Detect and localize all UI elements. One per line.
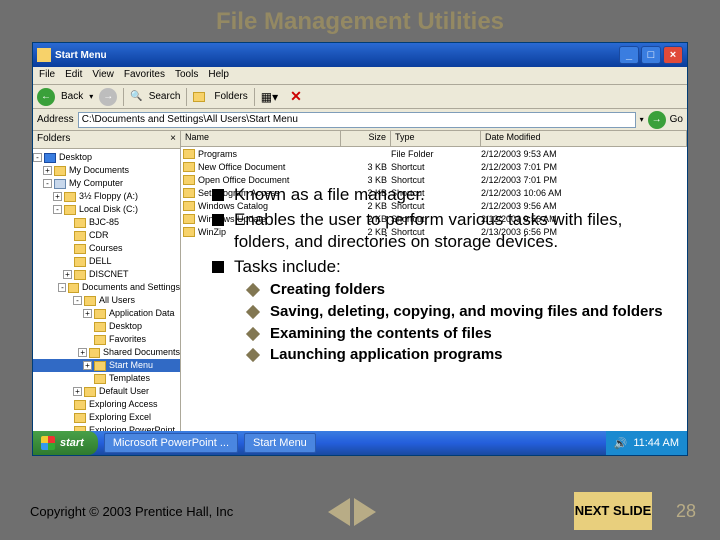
go-label: Go bbox=[670, 114, 683, 125]
col-size[interactable]: Size bbox=[341, 131, 391, 146]
tree-node[interactable]: +3½ Floppy (A:) bbox=[33, 190, 180, 203]
start-label: start bbox=[60, 437, 84, 449]
back-label: Back bbox=[61, 91, 83, 102]
folder-tree[interactable]: -Desktop+My Documents-My Computer+3½ Flo… bbox=[33, 149, 180, 431]
address-label: Address bbox=[37, 114, 74, 125]
tree-node[interactable]: -My Computer bbox=[33, 177, 180, 190]
folders-pane-close-icon[interactable]: × bbox=[170, 133, 176, 146]
menu-tools[interactable]: Tools bbox=[175, 69, 198, 82]
next-arrow-icon[interactable] bbox=[354, 498, 376, 526]
file-row[interactable]: ProgramsFile Folder2/12/2003 9:53 AM bbox=[181, 147, 687, 160]
tree-node[interactable]: Exploring Access bbox=[33, 398, 180, 411]
search-label: Search bbox=[149, 91, 181, 102]
menubar[interactable]: File Edit View Favorites Tools Help bbox=[33, 67, 687, 85]
folders-pane: Folders × -Desktop+My Documents-My Compu… bbox=[33, 131, 181, 431]
slide-title: File Management Utilities bbox=[0, 0, 720, 42]
toolbar: ← Back ▾ → 🔍 Search Folders ▦▾ ✕ bbox=[33, 85, 687, 109]
folders-pane-title: Folders bbox=[37, 133, 70, 146]
bullet-level2: Creating folders bbox=[248, 281, 672, 300]
tree-node[interactable]: BJC-85 bbox=[33, 216, 180, 229]
start-button[interactable]: start bbox=[33, 431, 98, 455]
tree-node[interactable]: -All Users bbox=[33, 294, 180, 307]
copyright-text: Copyright © 2003 Prentice Hall, Inc bbox=[30, 504, 233, 519]
tree-node[interactable]: -Documents and Settings bbox=[33, 281, 180, 294]
tree-node[interactable]: DELL bbox=[33, 255, 180, 268]
tree-node[interactable]: Favorites bbox=[33, 333, 180, 346]
tree-node[interactable]: Exploring Excel bbox=[33, 411, 180, 424]
prev-arrow-icon[interactable] bbox=[328, 498, 350, 526]
go-button[interactable]: → bbox=[648, 111, 666, 129]
menu-favorites[interactable]: Favorites bbox=[124, 69, 165, 82]
folders-icon[interactable] bbox=[193, 92, 205, 102]
column-headers[interactable]: Name Size Type Date Modified bbox=[181, 131, 687, 147]
clock: 11:44 AM bbox=[633, 437, 679, 449]
address-input[interactable] bbox=[78, 112, 636, 128]
address-bar: Address ▾ → Go bbox=[33, 109, 687, 131]
col-type[interactable]: Type bbox=[391, 131, 481, 146]
tree-node[interactable]: Desktop bbox=[33, 320, 180, 333]
window-title-text: Start Menu bbox=[55, 50, 107, 61]
slide-footer: Copyright © 2003 Prentice Hall, Inc NEXT… bbox=[0, 482, 720, 540]
tree-node[interactable]: -Desktop bbox=[33, 151, 180, 164]
menu-edit[interactable]: Edit bbox=[65, 69, 82, 82]
taskbar-task[interactable]: Start Menu bbox=[244, 433, 316, 453]
tree-node[interactable]: Courses bbox=[33, 242, 180, 255]
tree-node[interactable]: +DISCNET bbox=[33, 268, 180, 281]
views-icon[interactable]: ▦▾ bbox=[261, 90, 278, 104]
file-row[interactable]: New Office Document3 KBShortcut2/12/2003… bbox=[181, 160, 687, 173]
bullet-level1: Known as a file manager. bbox=[212, 184, 672, 205]
bullet-level1: Tasks include: bbox=[212, 256, 672, 277]
bullet-level2: Saving, deleting, copying, and moving fi… bbox=[248, 303, 672, 322]
menu-help[interactable]: Help bbox=[208, 69, 229, 82]
minimize-button[interactable]: _ bbox=[619, 46, 639, 64]
menu-file[interactable]: File bbox=[39, 69, 55, 82]
tree-node[interactable]: +Start Menu bbox=[33, 359, 180, 372]
tree-node[interactable]: +My Documents bbox=[33, 164, 180, 177]
bullet-level2: Examining the contents of files bbox=[248, 325, 672, 344]
tree-node[interactable]: +Application Data bbox=[33, 307, 180, 320]
tree-node[interactable]: Exploring PowerPoint bbox=[33, 424, 180, 431]
tree-node[interactable]: -Local Disk (C:) bbox=[33, 203, 180, 216]
tree-node[interactable]: +Shared Documents bbox=[33, 346, 180, 359]
page-number: 28 bbox=[676, 501, 696, 522]
col-name[interactable]: Name bbox=[181, 131, 341, 146]
next-slide-button[interactable]: NEXT SLIDE bbox=[574, 492, 652, 530]
maximize-button[interactable]: □ bbox=[641, 46, 661, 64]
bullet-level1: Enables the user to perform various task… bbox=[212, 209, 672, 252]
tree-node[interactable]: Templates bbox=[33, 372, 180, 385]
taskbar: start Microsoft PowerPoint ... Start Menu… bbox=[33, 431, 687, 455]
folder-icon bbox=[37, 48, 51, 62]
close-button[interactable]: × bbox=[663, 46, 683, 64]
folders-label: Folders bbox=[214, 91, 247, 102]
back-button[interactable]: ← bbox=[37, 88, 55, 106]
tray-icon[interactable]: 🔊 bbox=[614, 437, 628, 450]
windows-logo-icon bbox=[41, 436, 55, 450]
window-titlebar[interactable]: Start Menu _ □ × bbox=[33, 43, 687, 67]
taskbar-task[interactable]: Microsoft PowerPoint ... bbox=[104, 433, 238, 453]
tree-node[interactable]: CDR bbox=[33, 229, 180, 242]
search-icon[interactable]: 🔍 bbox=[130, 91, 142, 102]
bullet-level2: Launching application programs bbox=[248, 346, 672, 365]
tree-node[interactable]: +Default User bbox=[33, 385, 180, 398]
delete-x-icon[interactable]: ✕ bbox=[290, 88, 302, 105]
col-modified[interactable]: Date Modified bbox=[481, 131, 687, 146]
system-tray[interactable]: 🔊 11:44 AM bbox=[606, 431, 687, 455]
bullet-overlay: Known as a file manager. Enables the user… bbox=[212, 184, 672, 368]
forward-button[interactable]: → bbox=[99, 88, 117, 106]
menu-view[interactable]: View bbox=[92, 69, 114, 82]
